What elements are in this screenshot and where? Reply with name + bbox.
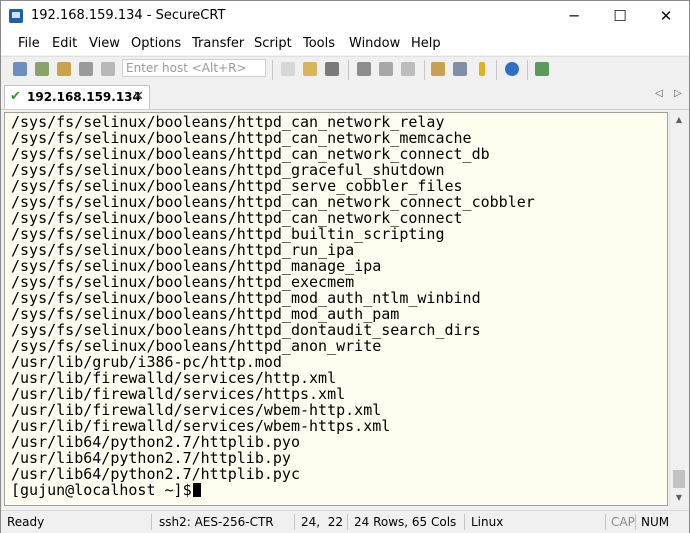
terminal-line: /sys/fs/selinux/booleans/httpd_can_netwo…: [11, 145, 490, 163]
terminal-line: /sys/fs/selinux/booleans/httpd_anon_writ…: [11, 337, 382, 355]
terminal-line: /sys/fs/selinux/booleans/httpd_can_netwo…: [11, 193, 535, 211]
status-divider: [635, 514, 636, 530]
terminal-line: /sys/fs/selinux/booleans/httpd_builtin_s…: [11, 225, 445, 243]
terminal-line: /sys/fs/selinux/booleans/httpd_can_netwo…: [11, 113, 445, 131]
toolbar-separator: [348, 60, 349, 80]
shell-prompt: [gujun@localhost ~]$: [11, 482, 535, 498]
menu-help[interactable]: Help: [411, 36, 441, 51]
terminal-line: /usr/lib64/python2.7/httplib.pyc: [11, 465, 300, 483]
terminal-line: /usr/lib/firewalld/services/wbem-https.x…: [11, 417, 391, 435]
status-terminal-type: Linux: [471, 515, 504, 529]
session-tab[interactable]: ✔ 192.168.159.134 ✕: [4, 85, 150, 109]
status-divider: [347, 514, 348, 530]
terminal-line: /usr/lib/grub/i386-pc/http.mod: [11, 353, 282, 371]
terminal-line: /sys/fs/selinux/booleans/httpd_dontaudit…: [11, 321, 481, 339]
terminal-line: /sys/fs/selinux/booleans/httpd_can_netwo…: [11, 209, 463, 227]
close-window-button[interactable]: ✕: [643, 1, 689, 31]
terminal-line: /usr/lib/firewalld/services/wbem-http.xm…: [11, 401, 382, 419]
window-title: 192.168.159.134 - SecureCRT: [31, 8, 226, 23]
status-num-lock: NUM: [641, 515, 670, 529]
terminal-line: /usr/lib/firewalld/services/https.xml: [11, 385, 346, 403]
terminal-line: /sys/fs/selinux/booleans/httpd_mod_auth_…: [11, 305, 400, 323]
terminal-line: /sys/fs/selinux/booleans/httpd_can_netwo…: [11, 129, 472, 147]
menu-file[interactable]: File: [18, 36, 40, 51]
global-options-icon[interactable]: [451, 60, 469, 78]
close-tab-icon[interactable]: ✕: [133, 89, 144, 104]
status-divider: [294, 514, 295, 530]
menu-tools[interactable]: Tools: [303, 36, 335, 51]
menu-script[interactable]: Script: [254, 36, 292, 51]
status-dimensions: 24 Rows, 65 Cols: [354, 515, 457, 529]
menu-window[interactable]: Window: [349, 36, 400, 51]
scroll-down-icon[interactable]: ▼: [670, 490, 688, 506]
toolbar-separator: [424, 60, 425, 80]
menu-options[interactable]: Options: [131, 36, 181, 51]
terminal-line: /usr/lib64/python2.7/httplib.py: [11, 449, 291, 467]
terminal-line: /usr/lib/firewalld/services/http.xml: [11, 369, 337, 387]
minimize-button[interactable]: ─: [551, 1, 597, 31]
terminal-line: /sys/fs/selinux/booleans/httpd_mod_auth_…: [11, 289, 481, 307]
key-icon[interactable]: [473, 60, 491, 78]
disconnect-icon[interactable]: [99, 60, 117, 78]
print-icon[interactable]: [399, 60, 417, 78]
session-tab-label: 192.168.159.134: [27, 90, 141, 104]
text-cursor: [192, 483, 201, 497]
status-ready: Ready: [7, 515, 45, 529]
title-bar: 192.168.159.134 - SecureCRT ─ ☐ ✕: [1, 1, 689, 31]
find-icon[interactable]: [323, 60, 341, 78]
status-divider: [464, 514, 465, 530]
sftp-icon[interactable]: [533, 60, 551, 78]
connect-icon[interactable]: [11, 60, 29, 78]
toolbar: [1, 56, 689, 83]
copy-icon[interactable]: [279, 60, 297, 78]
terminal-line: /sys/fs/selinux/booleans/httpd_serve_cob…: [11, 177, 463, 195]
menu-edit[interactable]: Edit: [52, 36, 77, 51]
securecrt-window: 192.168.159.134 - SecureCRT ─ ☐ ✕ File E…: [0, 0, 690, 533]
terminal-output: /sys/fs/selinux/booleans/httpd_can_netwo…: [11, 114, 535, 498]
menu-transfer[interactable]: Transfer: [192, 36, 244, 51]
enter-host-input[interactable]: [122, 59, 266, 77]
tab-scroll-right-icon[interactable]: ▷: [674, 88, 682, 99]
connected-check-icon: ✔: [10, 89, 21, 104]
terminal-line: /sys/fs/selinux/booleans/httpd_graceful_…: [11, 161, 445, 179]
status-divider: [605, 514, 606, 530]
status-divider: [151, 514, 152, 530]
terminal-line: /sys/fs/selinux/booleans/httpd_manage_ip…: [11, 257, 382, 275]
help-icon[interactable]: [503, 60, 521, 78]
toolbar-separator: [527, 60, 528, 80]
terminal-line: /sys/fs/selinux/booleans/httpd_execmem: [11, 273, 355, 291]
scrollbar-thumb[interactable]: [673, 470, 685, 488]
toolbar-separator: [272, 60, 273, 80]
toolbar-separator: [496, 60, 497, 80]
print-screen-icon[interactable]: [355, 60, 373, 78]
securecrt-app-icon: [9, 9, 23, 23]
menu-view[interactable]: View: [89, 36, 120, 51]
tab-scroll-left-icon[interactable]: ◁: [655, 88, 663, 99]
connect-in-tab-icon[interactable]: [55, 60, 73, 78]
vertical-scrollbar[interactable]: ▲ ▼: [669, 112, 688, 506]
status-protocol: ssh2: AES-256-CTR: [159, 515, 274, 529]
terminal-line: /sys/fs/selinux/booleans/httpd_run_ipa: [11, 241, 355, 259]
print-selection-icon[interactable]: [377, 60, 395, 78]
session-options-icon[interactable]: [429, 60, 447, 78]
quick-connect-icon[interactable]: [33, 60, 51, 78]
terminal-area[interactable]: /sys/fs/selinux/booleans/httpd_can_netwo…: [4, 112, 668, 506]
maximize-button[interactable]: ☐: [597, 1, 643, 31]
paste-icon[interactable]: [301, 60, 319, 78]
menu-bar: File Edit View Options Transfer Script T…: [1, 31, 689, 55]
session-tab-strip: ✔ 192.168.159.134 ✕ ◁ ▷: [1, 83, 689, 110]
scroll-up-icon[interactable]: ▲: [670, 112, 688, 128]
status-caps-lock: CAP: [611, 515, 635, 529]
status-cursor-position: 24, 22: [301, 515, 343, 529]
terminal-line: /usr/lib64/python2.7/httplib.pyo: [11, 433, 300, 451]
reconnect-icon[interactable]: [77, 60, 95, 78]
status-bar: Ready ssh2: AES-256-CTR 24, 22 24 Rows, …: [1, 510, 689, 533]
